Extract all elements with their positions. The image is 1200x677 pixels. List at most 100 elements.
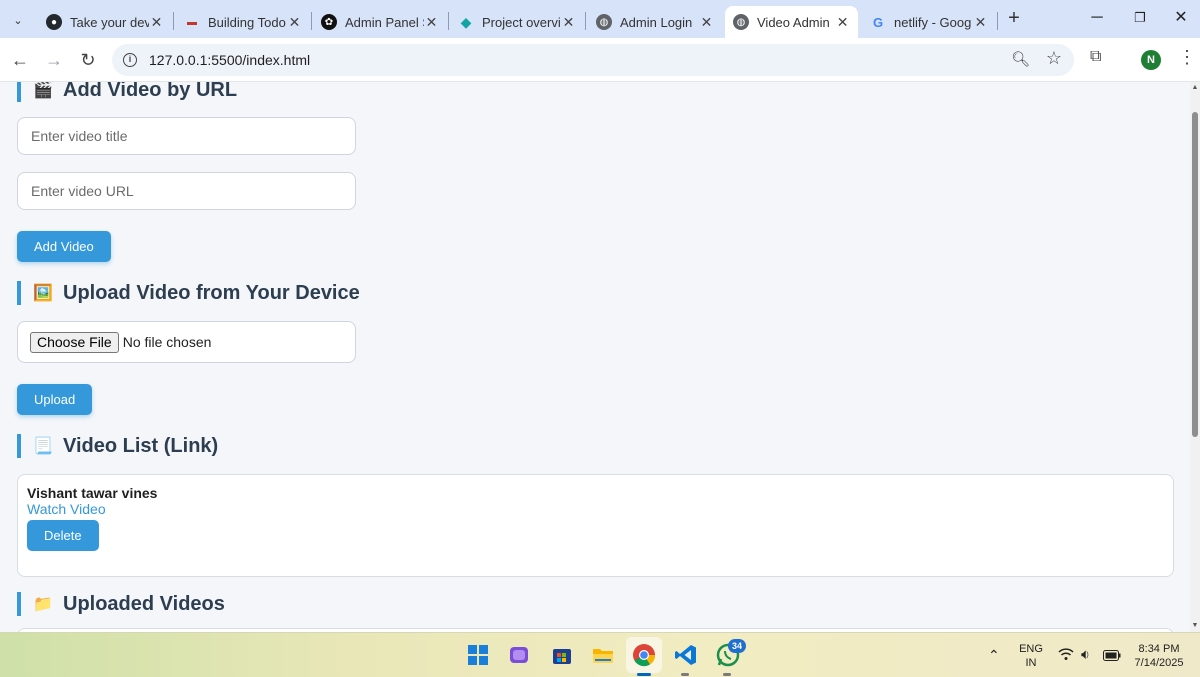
video-list-heading-text: Video List (Link) — [63, 434, 219, 457]
file-explorer-icon[interactable] — [589, 641, 617, 669]
tab-separator — [173, 12, 174, 30]
delete-video-button[interactable]: Delete — [27, 520, 99, 551]
watch-video-link[interactable]: Watch Video — [27, 501, 106, 517]
tab-title: Video Admin — [757, 14, 830, 30]
choose-file-button[interactable]: Choose File — [30, 331, 119, 353]
scroll-up-arrow-icon[interactable]: ▲ — [1190, 84, 1200, 94]
add-video-heading: 🎬 Add Video by URL — [17, 82, 237, 102]
globe-icon: ◍ — [733, 14, 749, 30]
close-icon[interactable]: ✕ — [287, 14, 302, 31]
windows-taskbar: ⌃ ENG IN 🔉︎ 8:34 PM 7/14/2025 — [0, 632, 1200, 677]
battery-icon[interactable] — [1103, 648, 1121, 664]
browser-toolbar: ← → ↻ i 127.0.0.1:5500/index.html 🔍︎ ☆ — [0, 38, 1200, 82]
whatsapp-notification-badge: 34 — [728, 639, 746, 653]
tab-strip: ⌄ ● Take your dev ✕ ▬ Building Todo ✕ ✿ … — [0, 0, 1200, 38]
video-title-input[interactable] — [17, 117, 356, 155]
zoom-icon[interactable]: 🔍︎ — [1011, 50, 1030, 68]
add-video-heading-text: Add Video by URL — [63, 82, 238, 101]
tab-title: Take your dev — [70, 14, 149, 30]
input-language-indicator[interactable]: ENG IN — [1014, 642, 1048, 670]
more-menu-icon[interactable]: ⋮ — [1178, 47, 1196, 68]
page-icon: 📃 — [33, 438, 53, 455]
scroll-down-arrow-icon[interactable]: ▼ — [1190, 622, 1200, 632]
language-text: ENG — [1019, 643, 1043, 655]
back-arrow-icon[interactable]: ← — [8, 48, 32, 72]
video-title: Vishant tawar vines — [27, 485, 158, 501]
upload-button[interactable]: Upload — [17, 384, 93, 415]
add-video-button[interactable]: Add Video — [17, 231, 111, 262]
url-text[interactable]: 127.0.0.1:5500/index.html — [149, 52, 310, 68]
store-icon[interactable] — [548, 641, 576, 669]
wifi-icon[interactable] — [1058, 647, 1074, 664]
close-icon[interactable]: ✕ — [561, 14, 576, 31]
upload-video-heading-text: Upload Video from Your Device — [63, 281, 360, 304]
vscode-icon[interactable] — [672, 641, 700, 669]
openai-icon: ✿ — [321, 14, 337, 30]
files-app-icon[interactable] — [505, 641, 533, 669]
close-icon[interactable]: ✕ — [424, 14, 439, 31]
whatsapp-running-indicator — [723, 673, 731, 676]
show-hidden-icons-chevron-icon[interactable]: ⌃ — [988, 647, 1000, 664]
tab-video-admin[interactable]: ◍ Video Admin ✕ — [725, 6, 858, 38]
page-viewport: 🎬 Add Video by URL Add Video 🖼️ Upload V… — [0, 82, 1190, 632]
extensions-puzzle-icon[interactable]: ⧉ — [1090, 48, 1101, 66]
diamond-icon: ◆ — [460, 13, 472, 30]
tab-favicon-icon: ▬ — [187, 16, 197, 28]
tab-separator — [448, 12, 449, 30]
clock[interactable]: 8:34 PM 7/14/2025 — [1128, 642, 1190, 670]
framed-picture-icon: 🖼️ — [33, 285, 53, 302]
reload-icon[interactable]: ↻ — [76, 48, 100, 72]
tab-title: Building Todo — [208, 14, 286, 30]
profile-avatar[interactable]: N — [1141, 50, 1161, 70]
time-text: 8:34 PM — [1138, 643, 1180, 655]
file-status-text: No file chosen — [122, 334, 212, 350]
region-text: IN — [1025, 657, 1037, 669]
volume-icon[interactable]: 🔉︎ — [1081, 646, 1090, 663]
tab-separator — [585, 12, 586, 30]
github-avatar-icon: ● — [46, 14, 62, 30]
uploaded-videos-heading-text: Uploaded Videos — [63, 592, 225, 615]
tab-admin-panel[interactable]: ✿ Admin Panel S ✕ — [313, 6, 447, 38]
address-bar[interactable]: i 127.0.0.1:5500/index.html 🔍︎ ☆ — [112, 44, 1074, 76]
upload-video-heading: 🖼️ Upload Video from Your Device — [17, 281, 360, 305]
file-input[interactable]: Choose File No file chosen — [17, 321, 356, 363]
chrome-icon[interactable] — [630, 641, 658, 669]
close-icon[interactable]: ✕ — [835, 14, 850, 31]
video-list-heading: 📃 Video List (Link) — [17, 434, 218, 458]
video-list-item: Vishant tawar vines Watch Video Delete — [17, 474, 1174, 577]
globe-icon: ◍ — [596, 14, 612, 30]
minimize-icon[interactable]: ─ — [1074, 6, 1120, 32]
tab-building-todo[interactable]: ▬ Building Todo ✕ — [176, 6, 310, 38]
tab-title: Admin Panel S — [345, 14, 424, 30]
tab-netlify-google[interactable]: G netlify - Goog ✕ — [862, 6, 996, 38]
uploaded-videos-heading: 📁 Uploaded Videos — [17, 592, 225, 616]
site-info-icon[interactable]: i — [123, 53, 137, 67]
tab-title: Project overvi — [482, 14, 561, 30]
windows-start-icon[interactable] — [464, 641, 492, 669]
new-tab-plus-icon[interactable]: + — [1003, 8, 1025, 30]
forward-arrow-icon[interactable]: → — [42, 48, 66, 72]
close-icon[interactable]: ✕ — [699, 14, 714, 31]
window-close-icon[interactable]: ✕ — [1158, 6, 1200, 32]
tab-search-chevron-icon[interactable]: ⌄ — [6, 8, 30, 32]
vscode-running-indicator — [681, 673, 689, 676]
tab-take-your-dev[interactable]: ● Take your dev ✕ — [38, 6, 172, 38]
date-text: 7/14/2025 — [1134, 657, 1184, 669]
video-url-input[interactable] — [17, 172, 356, 210]
chrome-running-indicator — [637, 673, 651, 676]
tab-title: Admin Login — [620, 14, 693, 30]
close-icon[interactable]: ✕ — [149, 14, 164, 31]
bookmark-star-icon[interactable]: ☆ — [1046, 48, 1062, 69]
tab-admin-login[interactable]: ◍ Admin Login ✕ — [588, 6, 722, 38]
tab-title: netlify - Goog — [894, 14, 972, 30]
restore-icon[interactable]: ❐ — [1117, 6, 1163, 32]
folder-icon: 📁 — [33, 596, 53, 613]
page-scrollbar[interactable]: ▲ ▼ — [1190, 82, 1200, 632]
close-icon[interactable]: ✕ — [973, 14, 988, 31]
tab-project-overview[interactable]: ◆ Project overvi ✕ — [450, 6, 584, 38]
clapperboard-icon: 🎬 — [33, 82, 53, 99]
google-icon: G — [872, 14, 884, 30]
scrollbar-thumb[interactable] — [1192, 112, 1198, 437]
tab-separator — [311, 12, 312, 30]
tab-separator — [997, 12, 998, 30]
